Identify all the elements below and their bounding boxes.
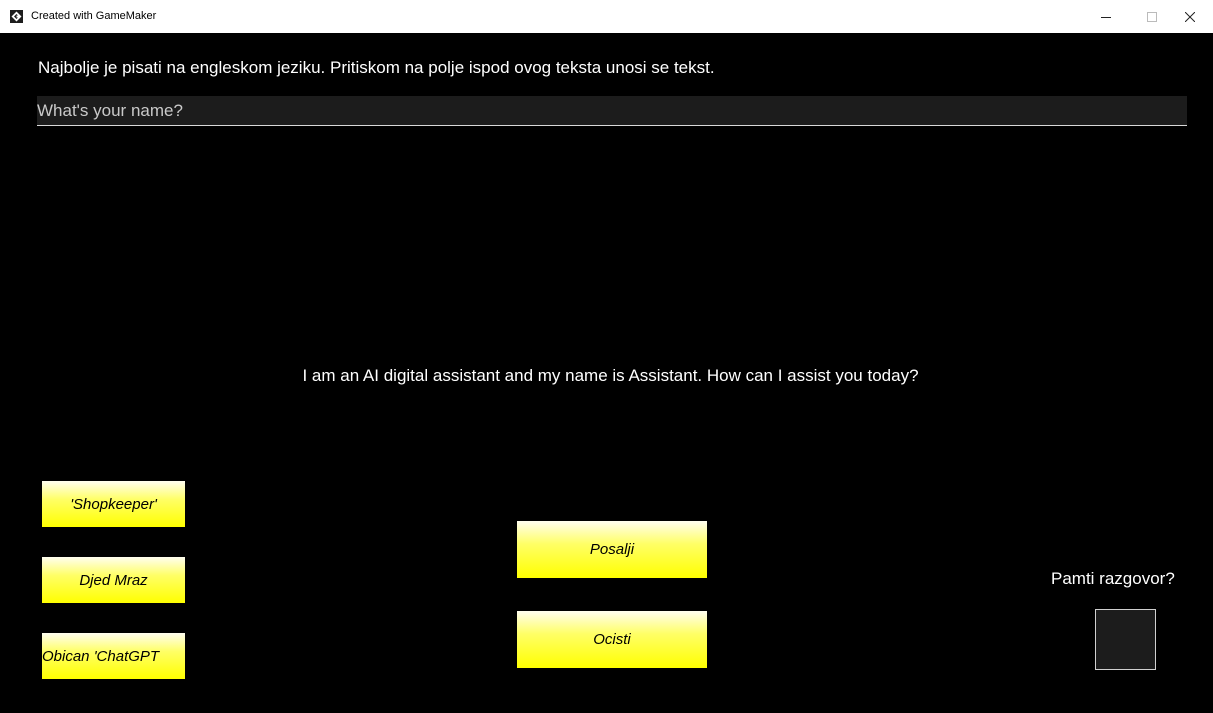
clear-button[interactable]: Ocisti — [517, 611, 707, 668]
game-canvas: Najbolje je pisati na engleskom jeziku. … — [8, 33, 1213, 713]
persona-label: 'Shopkeeper' — [70, 495, 157, 513]
minimize-icon — [1101, 12, 1111, 22]
persona-shopkeeper-button[interactable]: 'Shopkeeper' — [42, 481, 185, 527]
window-title: Created with GameMaker — [31, 10, 157, 22]
maximize-icon — [1147, 11, 1157, 22]
persona-label: Djed Mraz — [79, 571, 148, 589]
persona-djed-mraz-button[interactable]: Djed Mraz — [42, 557, 185, 603]
remember-conversation-label: Pamti razgovor? — [1051, 569, 1175, 588]
send-label: Posalji — [589, 541, 635, 558]
clear-label: Ocisti — [593, 631, 631, 648]
gamemaker-logo-icon — [10, 10, 23, 23]
persona-label: Obican 'ChatGPT — [42, 647, 160, 665]
assistant-reply-text: I am an AI digital assistant and my name… — [302, 366, 919, 385]
minimize-button[interactable] — [1083, 0, 1129, 33]
close-icon — [1185, 11, 1195, 22]
send-button[interactable]: Posalji — [517, 521, 707, 578]
message-input[interactable] — [37, 96, 1187, 126]
instructions-text: Najbolje je pisati na engleskom jeziku. … — [38, 58, 715, 77]
remember-conversation-checkbox[interactable] — [1095, 609, 1156, 670]
close-button[interactable] — [1167, 0, 1213, 33]
app-window: Created with GameMaker Najbolje je pisat… — [0, 0, 1213, 713]
persona-chatgpt-button[interactable]: Obican 'ChatGPT — [42, 633, 185, 679]
title-bar[interactable]: Created with GameMaker — [0, 0, 1213, 33]
